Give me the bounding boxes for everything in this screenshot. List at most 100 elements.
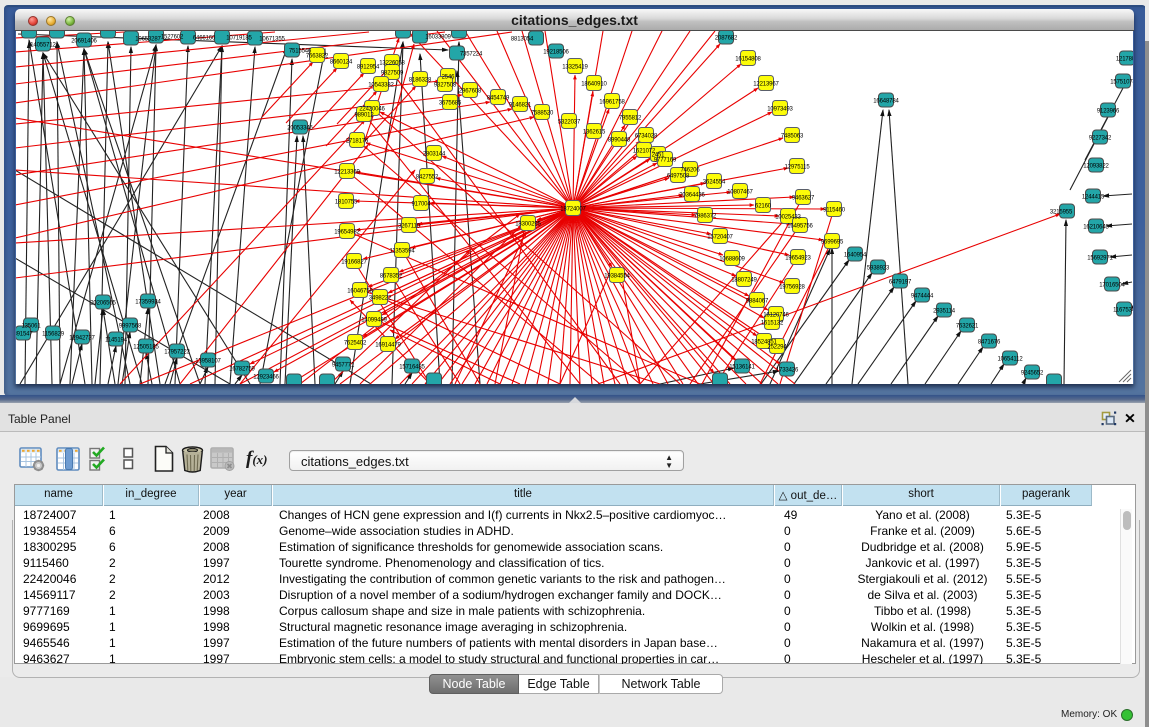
svg-text:7588520: 7588520 (531, 111, 554, 117)
svg-text:19218506: 19218506 (543, 50, 569, 56)
svg-text:7625402: 7625402 (344, 341, 367, 347)
svg-text:9777169: 9777169 (654, 158, 677, 164)
svg-text:18807249: 18807249 (731, 278, 757, 284)
svg-text:6497508: 6497508 (667, 174, 690, 180)
svg-text:10543382: 10543382 (368, 83, 394, 89)
svg-text:16648784: 16648784 (873, 99, 899, 105)
svg-text:16914479: 16914479 (375, 343, 401, 349)
svg-text:9457771: 9457771 (332, 363, 355, 369)
svg-text:13958107: 13958107 (195, 359, 221, 365)
svg-text:1156829: 1156829 (42, 332, 65, 338)
svg-text:15720407: 15720407 (707, 235, 733, 241)
svg-text:8186328: 8186328 (409, 78, 432, 84)
svg-text:9146821: 9146821 (509, 103, 532, 109)
svg-text:9227342: 9227342 (1089, 136, 1112, 142)
svg-text:8813054: 8813054 (511, 37, 534, 43)
svg-text:3215955: 3215955 (1050, 210, 1073, 216)
svg-text:8427552: 8427552 (416, 175, 439, 181)
svg-text:20206565: 20206565 (90, 301, 116, 307)
svg-text:10807467: 10807467 (727, 190, 753, 196)
svg-text:12975115: 12975115 (784, 165, 810, 171)
svg-text:16210643: 16210643 (1083, 225, 1109, 231)
svg-text:10653287: 10653287 (135, 37, 161, 43)
svg-text:1615132: 1615132 (761, 321, 784, 327)
svg-text:12505185: 12505185 (133, 345, 159, 351)
svg-text:7632621: 7632621 (956, 324, 979, 330)
svg-text:6466160: 6466160 (193, 36, 216, 42)
svg-text:16495756: 16495756 (787, 224, 813, 230)
svg-text:5938923: 5938923 (867, 266, 890, 272)
svg-text:5322037: 5322037 (558, 120, 581, 126)
svg-text:17016504: 17016504 (1099, 283, 1125, 289)
svg-text:9123966: 9123966 (1097, 109, 1120, 115)
svg-text:15751074: 15751074 (1110, 80, 1133, 86)
svg-text:1244415: 1244415 (1082, 195, 1105, 201)
svg-text:14099489: 14099489 (361, 318, 387, 324)
svg-text:1217804: 1217804 (1116, 57, 1133, 63)
svg-text:18724007: 18724007 (560, 207, 586, 213)
svg-text:10025433: 10025433 (775, 215, 801, 221)
svg-text:15716485: 15716485 (399, 365, 425, 371)
svg-text:1733426: 1733426 (776, 368, 799, 374)
svg-text:8660124: 8660124 (330, 60, 353, 66)
svg-text:1362615: 1362615 (583, 130, 606, 136)
svg-text:9115460: 9115460 (823, 208, 846, 214)
svg-text:2803144: 2803144 (423, 152, 446, 158)
svg-text:3675685: 3675685 (439, 101, 462, 107)
svg-text:19166827: 19166827 (341, 260, 367, 266)
svg-text:10719185: 10719185 (226, 36, 252, 42)
svg-text:7485063: 7485063 (781, 134, 804, 140)
svg-text:12093822: 12093822 (1083, 164, 1109, 170)
svg-text:12942737: 12942737 (69, 336, 95, 342)
svg-text:17359934: 17359934 (135, 300, 161, 306)
svg-text:3624554: 3624554 (703, 180, 726, 186)
svg-text:7663822: 7663822 (306, 54, 329, 60)
svg-text:135061: 135061 (21, 324, 41, 330)
svg-text:16120746: 16120746 (763, 313, 789, 319)
svg-text:16033809: 16033809 (425, 35, 451, 41)
svg-text:13226058: 13226058 (379, 61, 405, 67)
svg-text:1145194: 1145194 (105, 338, 128, 344)
svg-text:16046758: 16046758 (347, 289, 373, 295)
svg-text:15136141: 15136141 (729, 365, 755, 371)
svg-text:12213967: 12213967 (753, 82, 779, 88)
svg-text:10654112: 10654112 (997, 357, 1023, 363)
svg-text:20691406: 20691406 (71, 39, 97, 45)
svg-text:12923466: 12923466 (253, 375, 279, 381)
svg-text:8912954: 8912954 (357, 65, 380, 71)
svg-text:1810755: 1810755 (335, 200, 358, 206)
svg-text:9884067: 9884067 (746, 299, 769, 305)
svg-text:1527602: 1527602 (161, 35, 184, 41)
svg-text:1167534: 1167534 (1113, 308, 1133, 314)
svg-text:19654923: 19654923 (785, 256, 811, 262)
svg-text:20053346: 20053346 (287, 126, 313, 132)
svg-text:62160: 62160 (755, 204, 772, 210)
svg-text:12213369: 12213369 (334, 170, 360, 176)
svg-text:9245652: 9245652 (1021, 371, 1044, 377)
svg-text:2967608: 2967608 (459, 89, 482, 95)
svg-text:19384554: 19384554 (604, 274, 630, 280)
svg-text:9699695: 9699695 (821, 240, 844, 246)
svg-text:6479197: 6479197 (889, 280, 912, 286)
svg-text:14055712: 14055712 (30, 43, 56, 49)
svg-text:8990448: 8990448 (608, 138, 631, 144)
svg-text:6734028: 6734028 (635, 134, 658, 140)
svg-text:19654982: 19654982 (334, 230, 360, 236)
svg-text:7986372: 7986372 (694, 214, 717, 220)
svg-text:3267110: 3267110 (398, 224, 421, 230)
svg-text:917004: 917004 (411, 202, 431, 208)
svg-text:989012: 989012 (354, 113, 374, 119)
svg-text:2935114: 2935114 (933, 309, 956, 315)
svg-text:16154808: 16154808 (735, 57, 761, 63)
svg-text:9327508: 9327508 (434, 83, 457, 89)
svg-text:1640954: 1640954 (844, 253, 867, 259)
svg-text:18640910: 18640910 (581, 82, 607, 88)
svg-text:10688609: 10688609 (719, 257, 745, 263)
svg-text:9827509: 9827509 (381, 71, 404, 77)
svg-text:3498222: 3498222 (369, 296, 392, 302)
svg-text:8454749: 8454749 (487, 96, 510, 102)
svg-text:17957223: 17957223 (164, 350, 190, 356)
svg-text:16782759: 16782759 (229, 367, 255, 373)
svg-text:20364436: 20364436 (679, 193, 705, 199)
svg-text:19756928: 19756928 (779, 285, 805, 291)
